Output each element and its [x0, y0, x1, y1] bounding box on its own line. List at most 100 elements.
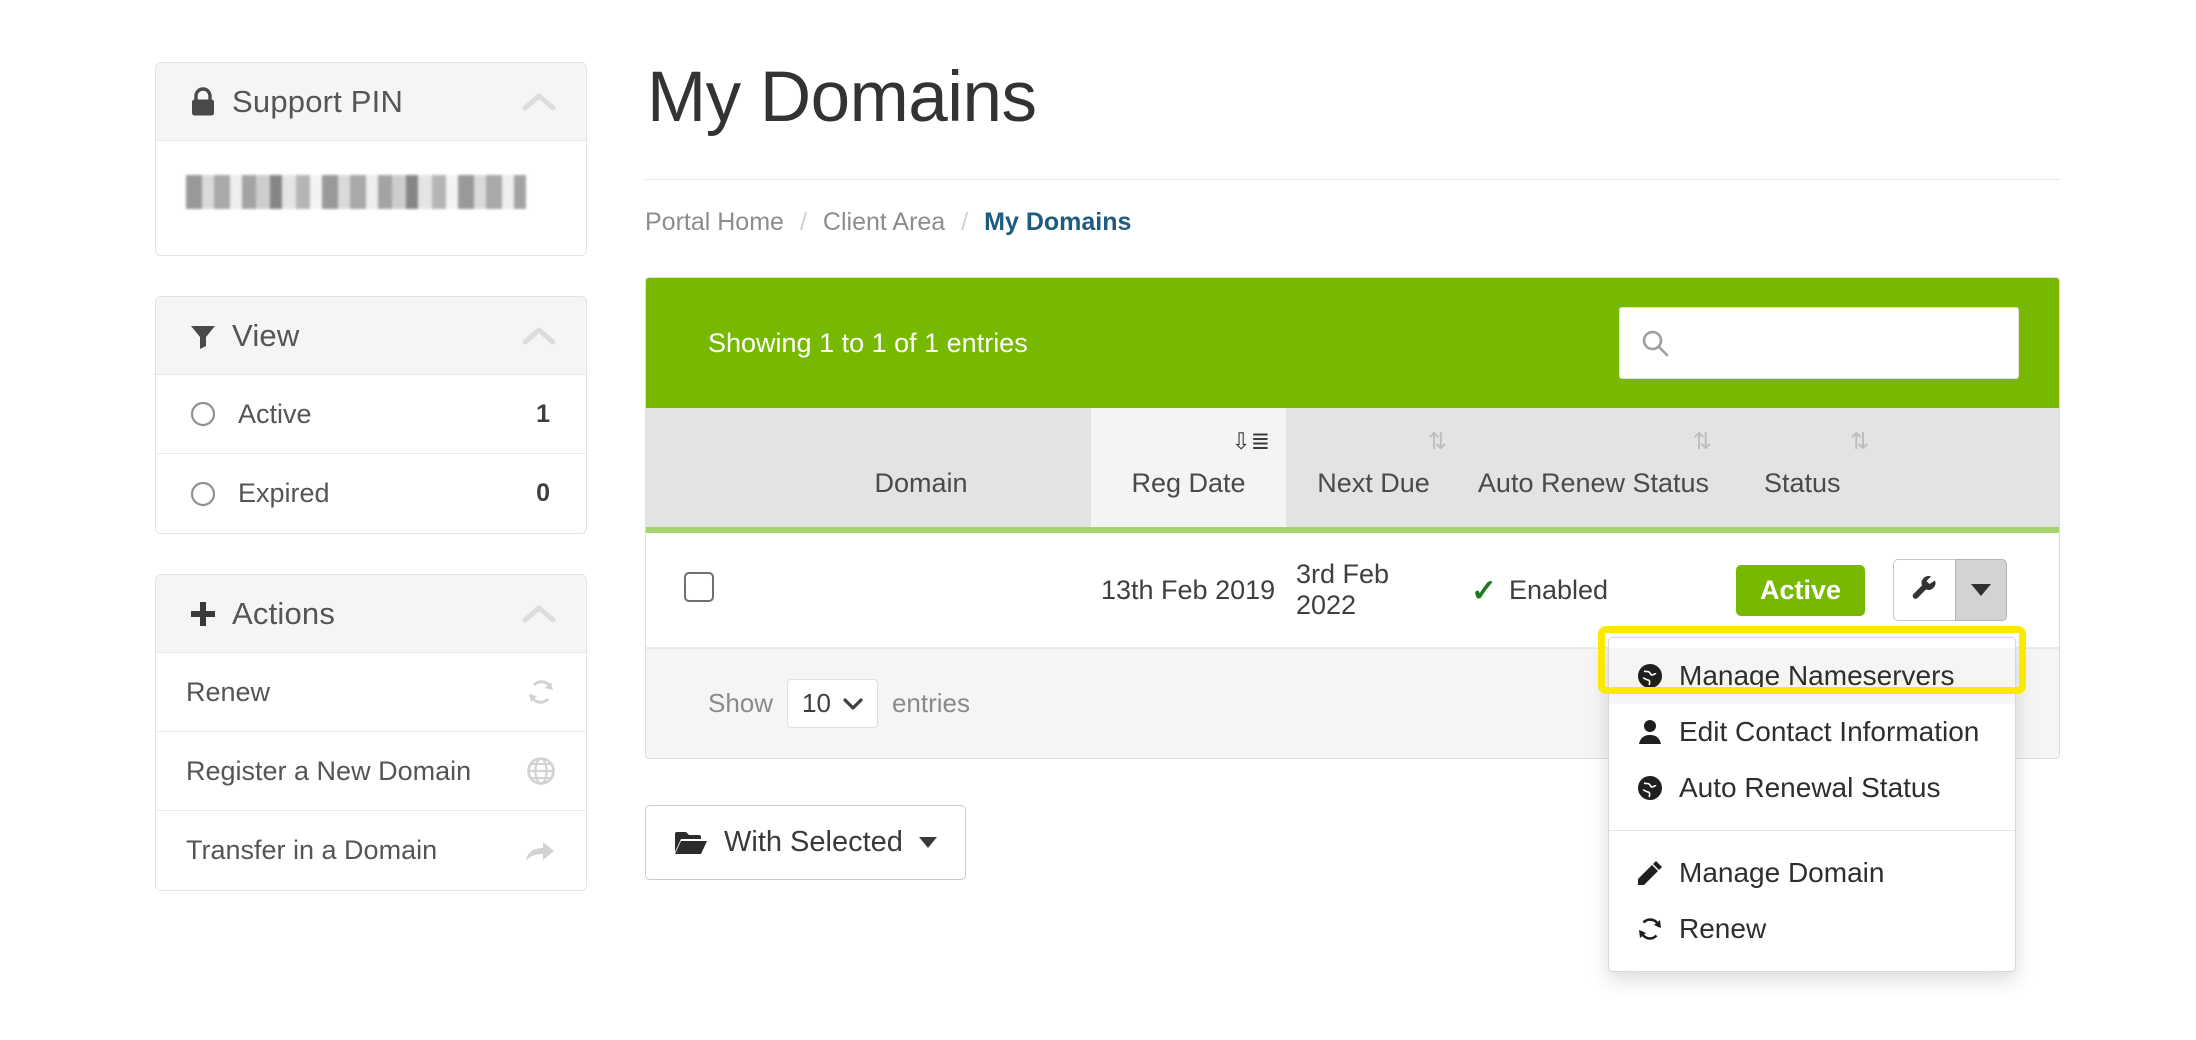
chevron-up-icon[interactable]: [522, 604, 556, 624]
auto-renew-status-label: Enabled: [1509, 575, 1608, 606]
sort-both-icon[interactable]: ⇅: [1428, 430, 1447, 453]
cell-auto-renew-status: ✓ Enabled: [1461, 530, 1726, 648]
plus-icon: [186, 600, 220, 628]
dropdown-item-label: Manage Nameservers: [1679, 660, 1954, 692]
column-label: Next Due: [1296, 467, 1451, 501]
breadcrumb-item-my-domains: My Domains: [984, 208, 1131, 237]
panel-view-header[interactable]: View: [156, 297, 586, 375]
user-icon: [1635, 719, 1665, 745]
search-box[interactable]: [1619, 307, 2019, 379]
panel-title: Actions: [232, 596, 335, 632]
circle-icon: [186, 481, 220, 507]
row-actions-button-group: [1893, 559, 2007, 621]
share-arrow-icon: [524, 837, 556, 865]
chevron-up-icon[interactable]: [522, 326, 556, 346]
breadcrumb: Portal Home / Client Area / My Domains: [645, 208, 2060, 237]
with-selected-button[interactable]: With Selected: [645, 805, 966, 880]
dropdown-item-label: Manage Domain: [1679, 857, 1884, 889]
panel-actions: Actions Renew: [155, 574, 587, 891]
show-label: Show: [708, 688, 773, 719]
globe-icon: [1635, 663, 1665, 689]
breadcrumb-item-portal-home[interactable]: Portal Home: [645, 208, 784, 237]
actions-list: Renew Register a New Domain: [156, 653, 586, 890]
panel-view: View Active 1: [155, 296, 587, 534]
action-label: Renew: [186, 677, 526, 708]
row-actions-caret-button[interactable]: [1955, 559, 2007, 621]
table-header-bar: Showing 1 to 1 of 1 entries: [646, 278, 2059, 408]
action-label: Transfer in a Domain: [186, 835, 524, 866]
globe-icon: [526, 756, 556, 786]
action-renew[interactable]: Renew: [156, 653, 586, 732]
table-row[interactable]: 13th Feb 2019 3rd Feb 2022 ✓ Enabled Act…: [646, 530, 2060, 648]
cell-domain: [751, 530, 1091, 648]
entries-per-page-value: 10: [802, 688, 831, 719]
entries-per-page-select[interactable]: 10: [787, 679, 878, 728]
row-checkbox[interactable]: [684, 572, 714, 602]
breadcrumb-separator: /: [800, 208, 807, 237]
panel-actions-header[interactable]: Actions: [156, 575, 586, 653]
cell-status: Active: [1726, 530, 2060, 648]
dropdown-item-manage-nameservers[interactable]: Manage Nameservers: [1609, 648, 2015, 704]
table-header-row: Domain ⇩≣ Reg Date ⇅ Next Due ⇅ Auto R: [646, 408, 2060, 530]
dropdown-item-manage-domain[interactable]: Manage Domain: [1609, 845, 2015, 901]
dropdown-item-edit-contact-information[interactable]: Edit Contact Information: [1609, 704, 2015, 760]
filter-icon: [186, 322, 220, 350]
refresh-icon: [526, 677, 556, 707]
with-selected-label: With Selected: [724, 826, 903, 859]
dropdown-item-auto-renewal-status[interactable]: Auto Renewal Status: [1609, 760, 2015, 816]
domains-table: Domain ⇩≣ Reg Date ⇅ Next Due ⇅ Auto R: [646, 408, 2060, 648]
action-transfer-in-domain[interactable]: Transfer in a Domain: [156, 811, 586, 890]
sort-both-icon[interactable]: ⇅: [1850, 430, 1869, 453]
view-filter-list: Active 1 Expired 0: [156, 375, 586, 533]
dropdown-separator: [1609, 830, 2015, 831]
check-icon: ✓: [1471, 575, 1497, 606]
search-input[interactable]: [1682, 328, 2008, 359]
column-label: Reg Date: [1101, 467, 1276, 501]
status-badge[interactable]: Active: [1736, 565, 1865, 616]
panel-title: Support PIN: [232, 84, 403, 120]
auto-renew-status-value: ✓ Enabled: [1471, 575, 1716, 606]
cell-next-due: 3rd Feb 2022: [1286, 530, 1461, 648]
column-auto-renew-status[interactable]: ⇅ Auto Renew Status: [1461, 408, 1726, 530]
page-title: My Domains: [647, 62, 2060, 133]
breadcrumb-container: Portal Home / Client Area / My Domains: [645, 179, 2060, 237]
column-select: [646, 408, 751, 530]
entries-label: entries: [892, 688, 970, 719]
panel-support-pin-header[interactable]: Support PIN: [156, 63, 586, 141]
table-head: Domain ⇩≣ Reg Date ⇅ Next Due ⇅ Auto R: [646, 408, 2060, 530]
dropdown-item-label: Edit Contact Information: [1679, 716, 1979, 748]
panel-title: View: [232, 318, 299, 354]
wrench-icon[interactable]: [1893, 559, 1955, 621]
breadcrumb-separator: /: [961, 208, 968, 237]
support-pin-body: [156, 141, 586, 255]
refresh-icon: [1635, 916, 1665, 942]
view-filter-count: 0: [536, 479, 556, 508]
column-reg-date[interactable]: ⇩≣ Reg Date: [1091, 408, 1286, 530]
support-pin-value-redacted: [186, 175, 526, 209]
chevron-up-icon[interactable]: [522, 92, 556, 112]
row-select-cell: [646, 530, 751, 648]
action-label: Register a New Domain: [186, 756, 526, 787]
view-filter-count: 1: [536, 400, 556, 429]
column-next-due[interactable]: ⇅ Next Due: [1286, 408, 1461, 530]
dropdown-item-renew[interactable]: Renew: [1609, 901, 2015, 957]
column-domain[interactable]: Domain: [751, 408, 1091, 530]
lock-icon: [186, 87, 220, 117]
globe-icon: [1635, 775, 1665, 801]
column-status[interactable]: ⇅ Status: [1726, 408, 2060, 530]
view-filter-active[interactable]: Active 1: [156, 375, 586, 454]
showing-entries-text: Showing 1 to 1 of 1 entries: [708, 328, 1028, 359]
action-register-new-domain[interactable]: Register a New Domain: [156, 732, 586, 811]
panel-support-pin: Support PIN: [155, 62, 587, 256]
table-body: 13th Feb 2019 3rd Feb 2022 ✓ Enabled Act…: [646, 530, 2060, 648]
pencil-icon: [1635, 860, 1665, 886]
column-label: Domain: [761, 467, 1081, 501]
view-filter-expired[interactable]: Expired 0: [156, 454, 586, 533]
breadcrumb-item-client-area[interactable]: Client Area: [823, 208, 945, 237]
my-domains-page: Support PIN View: [0, 0, 2196, 1040]
sort-desc-icon[interactable]: ⇩≣: [1231, 430, 1270, 453]
search-icon: [1640, 328, 1670, 358]
dropdown-item-label: Renew: [1679, 913, 1766, 945]
row-actions-dropdown-menu: Manage Nameservers Edit Contact Informat…: [1608, 637, 2016, 972]
sort-both-icon[interactable]: ⇅: [1693, 430, 1712, 453]
